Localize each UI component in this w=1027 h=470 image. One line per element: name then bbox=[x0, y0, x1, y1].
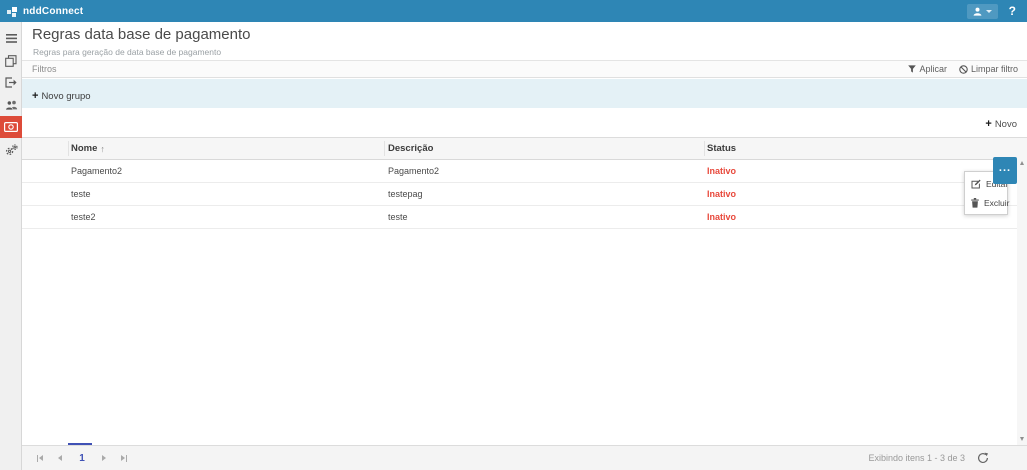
new-group-button[interactable]: + Novo grupo bbox=[32, 91, 91, 102]
plus-icon: + bbox=[985, 120, 991, 129]
topbar-actions: ? bbox=[967, 4, 1019, 19]
filter-actions: Aplicar Limpar filtro bbox=[908, 64, 1018, 74]
cell-nome: teste2 bbox=[71, 206, 96, 228]
column-header-descricao[interactable]: Descrição bbox=[388, 138, 433, 159]
pager-bar: 1 Exibindo itens 1 - 3 de 3 bbox=[22, 445, 1027, 470]
new-button-label: Novo bbox=[995, 119, 1017, 130]
pager-controls: 1 bbox=[30, 446, 134, 470]
app-window: nddConnect ? bbox=[0, 0, 1027, 470]
cell-nome: Pagamento2 bbox=[71, 160, 122, 182]
current-page-button[interactable]: 1 bbox=[70, 453, 94, 464]
user-menu-button[interactable] bbox=[967, 4, 998, 19]
sidebar-item-documents[interactable] bbox=[0, 50, 22, 71]
next-page-button[interactable] bbox=[94, 450, 114, 466]
gears-icon bbox=[5, 144, 18, 156]
column-label: Status bbox=[707, 143, 736, 154]
table-row[interactable]: Pagamento2 Pagamento2 Inativo bbox=[22, 160, 1027, 183]
brand-name[interactable]: nddConnect bbox=[23, 6, 83, 17]
filter-bar: Filtros Aplicar Limpar filtro bbox=[22, 60, 1027, 78]
chevron-down-icon bbox=[986, 10, 992, 13]
last-page-icon bbox=[126, 455, 128, 462]
first-page-icon bbox=[39, 455, 43, 461]
column-label: Descrição bbox=[388, 143, 433, 154]
vertical-scrollbar[interactable] bbox=[1017, 157, 1027, 445]
status-badge: Inativo bbox=[707, 160, 736, 182]
page-title: Regras data base de pagamento bbox=[32, 26, 251, 43]
prev-page-button[interactable] bbox=[50, 450, 70, 466]
clear-filter-label: Limpar filtro bbox=[971, 64, 1018, 74]
new-group-label: Novo grupo bbox=[41, 91, 90, 102]
cell-descricao: teste bbox=[388, 206, 408, 228]
plus-icon: + bbox=[32, 92, 38, 101]
next-page-icon bbox=[102, 455, 106, 461]
scroll-up-icon[interactable] bbox=[1020, 161, 1024, 165]
column-divider bbox=[384, 141, 385, 156]
pager-info: Exibindo itens 1 - 3 de 3 bbox=[868, 446, 965, 470]
prev-page-icon bbox=[58, 455, 62, 461]
column-header-nome[interactable]: Nome ↑ bbox=[71, 138, 105, 159]
topbar: nddConnect ? bbox=[0, 0, 1027, 22]
users-icon bbox=[5, 100, 18, 110]
column-label: Nome bbox=[71, 143, 97, 154]
signout-icon bbox=[5, 77, 17, 88]
brand-logo-icon[interactable] bbox=[7, 6, 18, 17]
status-badge: Inativo bbox=[707, 183, 736, 205]
sidebar-item-exit[interactable] bbox=[0, 72, 22, 93]
column-header-status[interactable]: Status bbox=[707, 138, 736, 159]
cell-descricao: Pagamento2 bbox=[388, 160, 439, 182]
ellipsis-icon: ... bbox=[999, 162, 1011, 174]
table-row[interactable]: teste testepag Inativo bbox=[22, 183, 1027, 206]
column-divider bbox=[704, 141, 705, 156]
user-icon bbox=[973, 7, 982, 16]
hamburger-icon bbox=[6, 34, 17, 43]
sidebar-item-menu-toggle[interactable] bbox=[0, 28, 22, 49]
row-actions-button[interactable]: ... bbox=[993, 157, 1017, 184]
filter-panel: + Novo grupo bbox=[22, 79, 1027, 108]
cell-descricao: testepag bbox=[388, 183, 423, 205]
apply-filter-button[interactable]: Aplicar bbox=[908, 64, 947, 74]
edit-icon bbox=[971, 179, 981, 189]
trash-icon bbox=[971, 198, 979, 208]
page-subtitle: Regras para geração de data base de paga… bbox=[33, 47, 221, 57]
apply-filter-label: Aplicar bbox=[919, 64, 947, 74]
slash-circle-icon bbox=[959, 65, 968, 74]
funnel-icon bbox=[908, 65, 916, 73]
first-page-icon bbox=[37, 455, 39, 462]
menu-item-label: Excluir bbox=[984, 198, 1010, 208]
last-page-icon bbox=[121, 455, 125, 461]
sidebar bbox=[0, 22, 22, 470]
scroll-down-icon[interactable] bbox=[1020, 437, 1024, 441]
cell-nome: teste bbox=[71, 183, 91, 205]
refresh-button[interactable] bbox=[977, 452, 989, 464]
clear-filter-button[interactable]: Limpar filtro bbox=[959, 64, 1018, 74]
first-page-button[interactable] bbox=[30, 450, 50, 466]
current-page-indicator bbox=[68, 443, 92, 445]
sort-asc-icon: ↑ bbox=[100, 144, 105, 154]
banknote-icon bbox=[4, 122, 18, 132]
sidebar-item-users[interactable] bbox=[0, 94, 22, 115]
table-row[interactable]: teste2 teste Inativo bbox=[22, 206, 1027, 229]
sidebar-item-settings[interactable] bbox=[0, 139, 22, 160]
menu-item-delete[interactable]: Excluir bbox=[965, 193, 1007, 212]
status-badge: Inativo bbox=[707, 206, 736, 228]
pages-icon bbox=[5, 55, 17, 67]
table-header: Nome ↑ Descrição Status bbox=[22, 137, 1027, 160]
filters-title: Filtros bbox=[32, 64, 57, 74]
sidebar-item-payment-rules[interactable] bbox=[0, 116, 22, 138]
last-page-button[interactable] bbox=[114, 450, 134, 466]
help-button[interactable]: ? bbox=[1006, 4, 1019, 18]
column-divider bbox=[68, 141, 69, 156]
new-button[interactable]: + Novo bbox=[985, 119, 1017, 130]
